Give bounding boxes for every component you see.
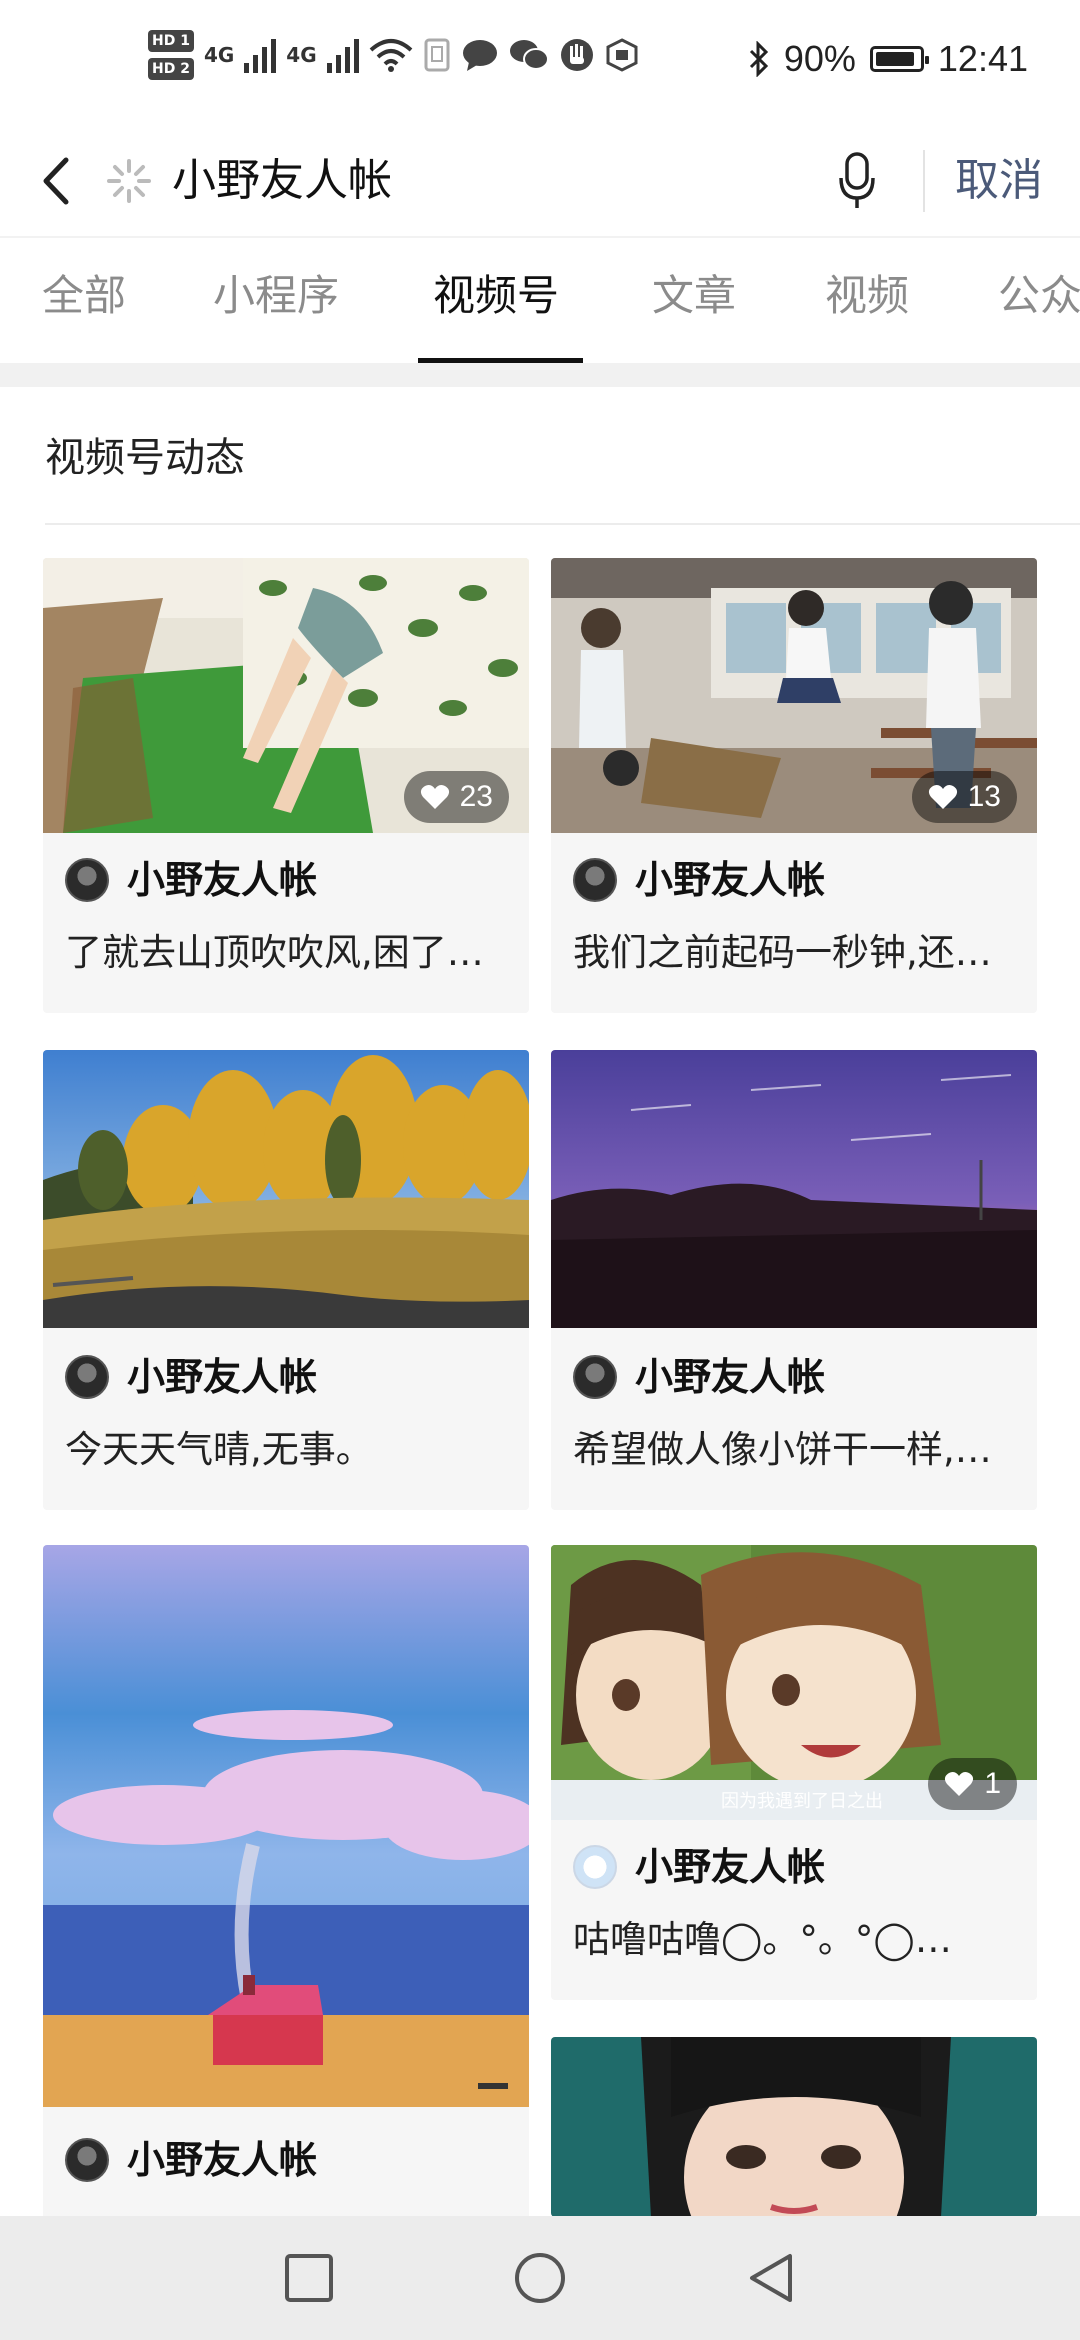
avatar <box>573 1845 617 1889</box>
battery-percent: 90% <box>783 38 856 79</box>
signal-icon-2 <box>326 37 359 73</box>
author-row: 小野友人帐 <box>65 855 317 905</box>
post-description: 了就去山顶吹吹风,困了… <box>65 931 484 974</box>
video-caption: 因为我遇到了日之出 <box>721 1791 883 1812</box>
post-card[interactable]: 因为我遇到了日之出 1 小野友人帐 咕噜咕噜◯。°。°◯… <box>551 1545 1037 2000</box>
post-card[interactable]: 13 小野友人帐 我们之前起码一秒钟,还… <box>551 558 1037 1013</box>
system-navigation-bar <box>0 2216 1080 2340</box>
post-thumbnail <box>551 1050 1037 1328</box>
author-name: 小野友人帐 <box>127 858 318 902</box>
network-type-2: 4G <box>286 43 317 67</box>
avatar <box>65 1355 109 1399</box>
heart-icon <box>420 785 449 809</box>
post-card[interactable]: 23 小野友人帐 了就去山顶吹吹风,困了… <box>43 558 529 1013</box>
message-icon <box>462 40 497 71</box>
avatar <box>65 2138 109 2182</box>
avatar <box>65 858 109 902</box>
author-row: 小野友人帐 <box>65 1352 317 1402</box>
like-count: 13 <box>967 780 1001 813</box>
back-arrow-icon[interactable] <box>32 146 80 216</box>
post-thumbnail <box>551 2037 1037 2217</box>
wifi-icon <box>369 39 412 72</box>
author-name: 小野友人帐 <box>127 2138 318 2182</box>
hand-icon <box>560 39 593 71</box>
sim2-badge: HD 2 <box>148 58 194 80</box>
status-bar: HD 1 HD 2 4G 4G 90% 12:41 <box>0 0 1080 130</box>
author-row: 小野友人帐 <box>573 1352 825 1402</box>
search-header: 小野友人帐 取消 <box>0 130 1080 235</box>
status-right: 90% 12:41 <box>748 38 1028 80</box>
like-badge: 1 <box>928 1758 1017 1810</box>
author-name: 小野友人帐 <box>635 1845 826 1889</box>
like-badge: 13 <box>911 771 1017 823</box>
post-description: 咕噜咕噜◯。°。°◯… <box>573 1918 952 1961</box>
author-name: 小野友人帐 <box>635 1355 826 1399</box>
category-tabs: 全部 小程序 视频号 文章 视频 公众 <box>0 238 1080 358</box>
heart-icon <box>945 1772 974 1796</box>
post-card[interactable]: 小野友人帐 <box>43 1545 529 2245</box>
tab-mini-programs[interactable]: 小程序 <box>213 266 339 326</box>
post-description: 我们之前起码一秒钟,还… <box>573 931 992 974</box>
post-card[interactable]: 小野友人帐 今天天气晴,无事。 <box>43 1050 529 1510</box>
search-input[interactable]: 小野友人帐 <box>172 146 392 216</box>
tab-all[interactable]: 全部 <box>42 266 126 326</box>
clock: 12:41 <box>937 38 1028 79</box>
bluetooth-icon <box>749 41 768 77</box>
header-divider <box>923 150 925 212</box>
avatar <box>573 1355 617 1399</box>
like-count: 23 <box>459 780 493 813</box>
avatar <box>573 858 617 902</box>
sim-badges: HD 1 HD 2 <box>148 30 194 80</box>
author-row: 小野友人帐 <box>573 1842 825 1892</box>
network-type-1: 4G <box>203 43 235 67</box>
tab-articles[interactable]: 文章 <box>652 266 736 326</box>
like-badge: 23 <box>403 771 509 823</box>
author-row: 小野友人帐 <box>573 855 825 905</box>
section-title: 视频号动态 <box>45 435 245 481</box>
square-nav-icon[interactable] <box>281 2250 337 2306</box>
post-card[interactable] <box>551 2037 1037 2217</box>
wechat-icon <box>509 40 549 70</box>
post-description: 希望做人像小饼干一样,… <box>573 1428 992 1471</box>
post-thumbnail <box>43 1545 529 2107</box>
section-gap <box>0 363 1080 387</box>
heart-icon <box>928 785 957 809</box>
microphone-icon[interactable] <box>835 144 879 218</box>
section-divider <box>45 523 1080 525</box>
tab-official-accounts[interactable]: 公众 <box>998 266 1080 326</box>
post-description: 今天天气晴,无事。 <box>65 1428 373 1471</box>
author-name: 小野友人帐 <box>635 858 826 902</box>
like-count: 1 <box>984 1767 1001 1800</box>
sim1-badge: HD 1 <box>148 30 194 52</box>
triangle-back-nav-icon[interactable] <box>744 2250 800 2306</box>
signal-icon <box>244 37 277 73</box>
status-left: HD 1 HD 2 4G 4G <box>148 30 639 80</box>
post-card[interactable]: 小野友人帐 希望做人像小饼干一样,… <box>551 1050 1037 1510</box>
battery-icon <box>869 46 929 72</box>
circle-nav-icon[interactable] <box>512 2250 568 2306</box>
post-thumbnail <box>43 1050 529 1328</box>
tab-channels[interactable]: 视频号 <box>433 266 559 326</box>
loading-spinner-icon <box>107 159 151 203</box>
cancel-button[interactable]: 取消 <box>955 146 1043 216</box>
tab-videos[interactable]: 视频 <box>825 266 909 326</box>
shield-icon <box>606 38 638 72</box>
author-row: 小野友人帐 <box>65 2135 317 2185</box>
author-name: 小野友人帐 <box>127 1355 318 1399</box>
nfc-icon <box>424 38 450 72</box>
